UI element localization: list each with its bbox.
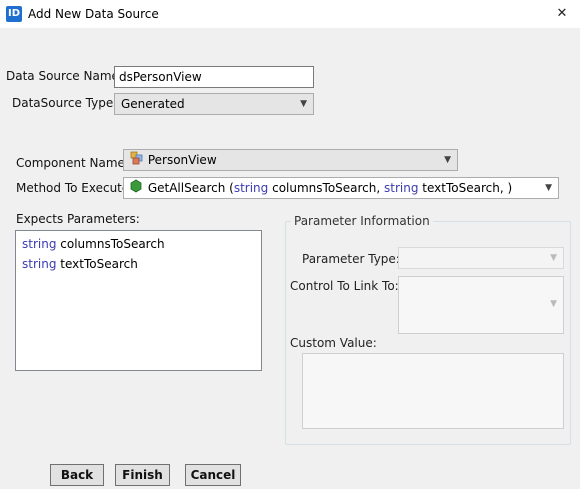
param-type: string (22, 237, 57, 251)
finish-button[interactable]: Finish (115, 464, 170, 486)
close-button[interactable]: ✕ (552, 4, 572, 24)
chevron-down-icon: ▼ (550, 299, 557, 309)
method-param1-type: string (233, 181, 269, 195)
method-icon (130, 179, 144, 199)
component-name-label: Component Name: (16, 156, 129, 170)
app-icon: ID (6, 6, 22, 22)
data-source-name-label: Data Source Name: (6, 69, 123, 83)
list-item[interactable]: string textToSearch (16, 254, 261, 274)
window-title: Add New Data Source (28, 7, 159, 21)
parameter-type-select[interactable]: ▼ (398, 247, 564, 269)
parameter-type-label: Parameter Type: (302, 252, 400, 266)
parameter-information-title: Parameter Information (291, 214, 433, 228)
custom-value-label: Custom Value: (290, 336, 377, 350)
method-param1-name: columnsToSearch, (268, 181, 385, 195)
param-type: string (22, 257, 57, 271)
expects-parameters-label: Expects Parameters: (16, 212, 140, 226)
cancel-button[interactable]: Cancel (185, 464, 241, 486)
list-item[interactable]: string columnsToSearch (16, 234, 261, 254)
control-to-link-to-select[interactable]: ▼ (398, 276, 564, 334)
method-to-execute-label: Method To Execute (16, 181, 130, 195)
method-to-execute-select[interactable]: GetAllSearch (string columnsToSearch, st… (123, 177, 559, 199)
chevron-down-icon: ▼ (545, 183, 552, 193)
close-icon: ✕ (556, 6, 568, 21)
param-name: columnsToSearch (56, 237, 165, 251)
chevron-down-icon: ▼ (444, 155, 451, 165)
component-name-value: PersonView (147, 153, 217, 167)
control-to-link-to-label: Control To Link To: (290, 279, 399, 293)
method-param2-type: string (384, 181, 419, 195)
method-name: GetAllSearch ( (147, 181, 234, 195)
component-icon (130, 151, 144, 171)
data-source-name-input[interactable]: dsPersonView (114, 66, 314, 88)
datasource-type-value: Generated (121, 97, 185, 111)
datasource-type-select[interactable]: Generated ▼ (114, 93, 314, 115)
back-button[interactable]: Back (50, 464, 104, 486)
chevron-down-icon: ▼ (550, 253, 557, 263)
param-name: textToSearch (56, 257, 138, 271)
chevron-down-icon: ▼ (300, 99, 307, 109)
method-param2-name: textToSearch, ) (418, 181, 513, 195)
expects-parameters-list[interactable]: string columnsToSearch string textToSear… (15, 230, 262, 371)
component-name-select[interactable]: PersonView ▼ (123, 149, 458, 171)
datasource-type-label: DataSource Type: (12, 96, 118, 110)
custom-value-input[interactable] (302, 353, 564, 429)
